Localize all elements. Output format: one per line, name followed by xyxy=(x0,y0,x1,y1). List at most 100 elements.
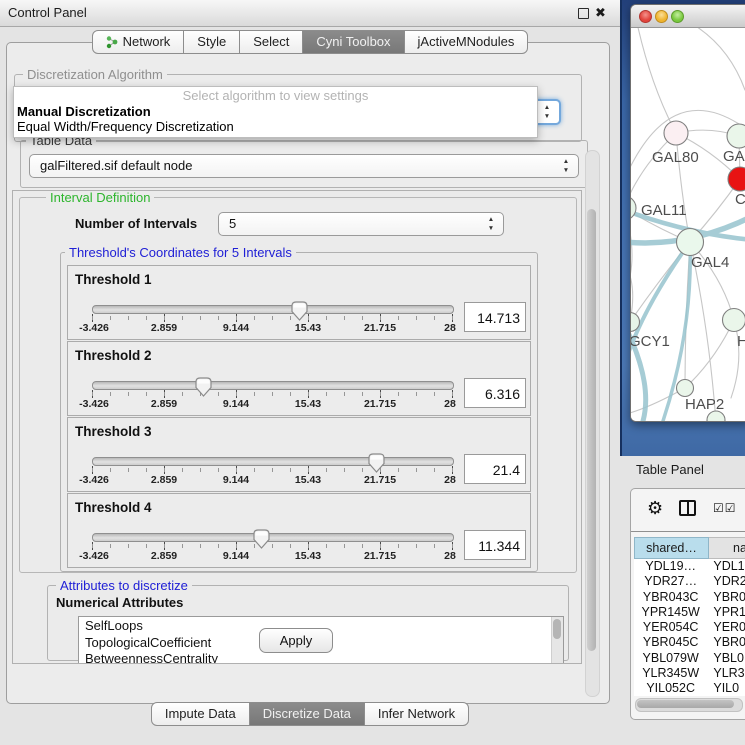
num-intervals-label: Number of Intervals xyxy=(75,216,197,231)
table-data-combobox[interactable]: galFiltered.sif default node ▲▼ xyxy=(29,154,579,178)
threshold-slider[interactable]: -3.4262.8599.14415.4321.71528 xyxy=(92,376,453,414)
float-window-icon[interactable] xyxy=(578,8,589,19)
tab-network[interactable]: Network xyxy=(92,30,185,54)
table-data-group: Table Data galFiltered.sif default node … xyxy=(20,140,588,188)
threshold-value-field[interactable]: 11.344 xyxy=(464,530,526,560)
apply-button[interactable]: Apply xyxy=(259,628,333,653)
threshold-slider[interactable]: -3.4262.8599.14415.4321.71528 xyxy=(92,452,453,490)
tab-discretize-data[interactable]: Discretize Data xyxy=(249,702,365,726)
control-panel-titlebar: Control Panel ✖ xyxy=(0,0,620,27)
node-gal80[interactable] xyxy=(664,121,688,145)
node-label: GA xyxy=(723,148,745,165)
threshold-panel-4: Threshold 4 -3.4262.8599.14415.4321.7152… xyxy=(67,493,531,568)
slider-scale: -3.4262.8599.14415.4321.71528 xyxy=(92,322,453,336)
table-row[interactable]: YLR345WYLR3 xyxy=(634,666,745,681)
tab-infer-network[interactable]: Infer Network xyxy=(364,702,469,726)
combo-arrows-icon: ▲▼ xyxy=(561,157,571,175)
node-hap2[interactable] xyxy=(677,380,694,397)
table-header-row: shared… na xyxy=(634,537,745,559)
columns-icon[interactable] xyxy=(679,500,696,516)
slider-track[interactable] xyxy=(92,533,454,542)
select-columns-icon[interactable]: ☑☑ xyxy=(713,501,737,515)
threshold-label: Threshold 1 xyxy=(75,272,152,287)
threshold-panel-1: Threshold 1 -3.4262.8599.14415.4321.7152… xyxy=(67,265,531,340)
table-row[interactable]: YDR27…YDR2 xyxy=(634,574,745,589)
numerical-attributes-label: Numerical Attributes xyxy=(56,595,183,610)
table-panel-title: Table Panel xyxy=(636,456,745,484)
tab-jactivemnodules[interactable]: jActiveMNodules xyxy=(404,30,529,54)
node-label: GAL4 xyxy=(691,254,729,271)
close-icon[interactable]: ✖ xyxy=(595,0,606,26)
tab-cyni-toolbox[interactable]: Cyni Toolbox xyxy=(302,30,404,54)
minimize-traffic-light-icon[interactable] xyxy=(655,10,668,23)
slider-thumb[interactable] xyxy=(367,452,386,474)
table-toolbar: ⚙ ☑☑ xyxy=(631,489,745,532)
node-label: HAP2 xyxy=(685,396,724,413)
table-row[interactable]: YDL19…YDL1 xyxy=(634,559,745,574)
node-h[interactable] xyxy=(723,309,745,332)
combo-value: galFiltered.sif default node xyxy=(40,155,192,177)
tab-label: Discretize Data xyxy=(263,703,351,725)
scrollbar-thumb[interactable] xyxy=(637,700,734,708)
dropdown-option-manual[interactable]: Manual Discretization xyxy=(17,104,151,119)
table-rows: YDL19…YDL1 YDR27…YDR2 YBR043CYBR0 YPR145… xyxy=(634,559,745,696)
node-label: C xyxy=(735,191,745,208)
tab-label: jActiveMNodules xyxy=(418,31,515,53)
list-scrollbar[interactable] xyxy=(551,617,563,663)
node-gal4[interactable] xyxy=(677,229,704,256)
tab-label: Cyni Toolbox xyxy=(316,31,390,53)
table-row[interactable]: YPR145WYPR1 xyxy=(634,605,745,620)
tab-select[interactable]: Select xyxy=(239,30,303,54)
network-window-titlebar[interactable] xyxy=(631,5,745,28)
network-view-window[interactable]: GAL80 GA C GAL11 GAL4 GCY1 H HAP2 xyxy=(630,4,745,422)
group-title: Interval Definition xyxy=(46,190,154,205)
tab-label: Select xyxy=(253,31,289,53)
threshold-slider[interactable]: -3.4262.8599.14415.4321.71528 xyxy=(92,528,453,566)
threshold-label: Threshold 3 xyxy=(75,424,152,439)
table-row[interactable]: YBR043CYBR0 xyxy=(634,590,745,605)
zoom-traffic-light-icon[interactable] xyxy=(671,10,684,23)
table-row[interactable]: YIL052CYIL0 xyxy=(634,681,745,696)
slider-thumb[interactable] xyxy=(252,528,271,550)
panel-scrollbar[interactable] xyxy=(585,150,600,697)
slider-scale: -3.4262.8599.14415.4321.71528 xyxy=(92,398,453,412)
slider-thumb[interactable] xyxy=(290,300,309,322)
tab-label: Style xyxy=(197,31,226,53)
threshold-slider[interactable]: -3.4262.8599.14415.4321.71528 xyxy=(92,300,453,338)
tab-label: Impute Data xyxy=(165,703,236,725)
slider-track[interactable] xyxy=(92,381,454,390)
slider-track[interactable] xyxy=(92,305,454,314)
settings-scroll-pane: Interval Definition Number of Intervals … xyxy=(12,190,582,664)
dropdown-option-equal-width[interactable]: Equal Width/Frequency Discretization xyxy=(17,119,234,134)
thresholds-group: Threshold's Coordinates for 5 Intervals … xyxy=(60,252,538,572)
threshold-value-field[interactable]: 14.713 xyxy=(464,302,526,332)
group-title: Discretization Algorithm xyxy=(23,67,167,82)
table-row[interactable]: YBR045CYBR0 xyxy=(634,635,745,650)
network-canvas[interactable]: GAL80 GA C GAL11 GAL4 GCY1 H HAP2 xyxy=(631,28,745,421)
slider-thumb[interactable] xyxy=(194,376,213,398)
slider-scale: -3.4262.8599.14415.4321.71528 xyxy=(92,550,453,564)
scrollbar-thumb[interactable] xyxy=(587,209,596,651)
node-label: GAL80 xyxy=(652,149,699,166)
num-intervals-combobox[interactable]: 5 ▲▼ xyxy=(218,212,504,236)
gear-icon[interactable]: ⚙ xyxy=(647,498,663,519)
slider-scale: -3.4262.8599.14415.4321.71528 xyxy=(92,474,453,488)
column-header-name[interactable]: na xyxy=(709,537,745,559)
slider-track[interactable] xyxy=(92,457,454,466)
threshold-panel-2: Threshold 2 -3.4262.8599.14415.4321.7152… xyxy=(67,341,531,416)
threshold-value-field[interactable]: 6.316 xyxy=(464,378,526,408)
slider-minor-ticks xyxy=(92,468,453,472)
node-ga[interactable] xyxy=(727,124,745,148)
slider-minor-ticks xyxy=(92,392,453,396)
threshold-value-field[interactable]: 21.4 xyxy=(464,454,526,484)
column-header-shared-name[interactable]: shared… xyxy=(634,537,709,559)
table-row[interactable]: YER054CYER0 xyxy=(634,620,745,635)
table-horizontal-scrollbar[interactable] xyxy=(635,698,743,712)
close-traffic-light-icon[interactable] xyxy=(639,10,652,23)
tab-impute-data[interactable]: Impute Data xyxy=(151,702,250,726)
table-panel: ⚙ ☑☑ shared… na YDL19…YDL1 YDR27…YDR2 YB… xyxy=(630,488,745,720)
table-row[interactable]: YBL079WYBL0 xyxy=(634,651,745,666)
interval-definition-group: Interval Definition Number of Intervals … xyxy=(19,197,577,573)
tab-style[interactable]: Style xyxy=(183,30,240,54)
control-panel-tabs: Network Style Select Cyni Toolbox jActiv… xyxy=(0,30,620,54)
